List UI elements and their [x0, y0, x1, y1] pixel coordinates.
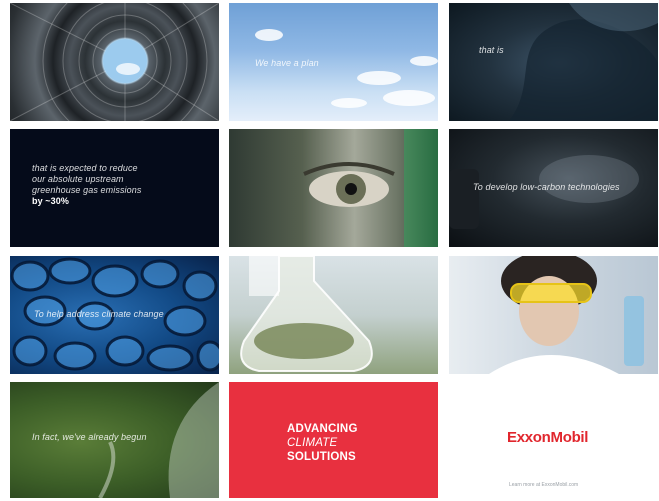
tile-emissions-text: that is expected to reduce our absolute … — [10, 129, 219, 247]
scientist-art — [489, 256, 644, 374]
storyboard-grid: We have a plan that is that is expected … — [0, 0, 659, 501]
tile-lab-technology: To develop low-carbon technologies — [449, 129, 658, 247]
tile-blue-cells: To help address climate change — [10, 256, 219, 374]
headline-line: ADVANCING — [287, 423, 358, 435]
emissions-caption: that is expected to reduce our absolute … — [32, 163, 141, 207]
caption: To help address climate change — [34, 309, 164, 319]
tile-brand: ExxonMobil Learn more at ExxonMobil.com — [449, 382, 658, 498]
caption-emphasis: by ~30% — [32, 196, 69, 206]
caption-line: greenhouse gas emissions — [32, 185, 142, 195]
tile-eye-closeup — [229, 129, 438, 247]
caption-line: that is expected to reduce — [32, 163, 138, 173]
caption: In fact, we've already begun — [32, 432, 147, 442]
tile-dark-abstract: that is — [449, 3, 658, 121]
tile-sky: We have a plan — [229, 3, 438, 121]
tile-headline: ADVANCING CLIMATE SOLUTIONS — [229, 382, 438, 498]
headline-line: CLIMATE — [287, 437, 338, 449]
flask-art — [240, 256, 373, 372]
caption: that is — [479, 45, 504, 55]
tile-forest-aerial: In fact, we've already begun — [10, 382, 219, 498]
headline: ADVANCING CLIMATE SOLUTIONS — [287, 422, 358, 464]
tile-pipe-tunnel — [10, 3, 219, 121]
pipe-tunnel-art — [10, 3, 219, 121]
tile-algae-flask — [229, 256, 438, 374]
caption: To develop low-carbon technologies — [473, 182, 620, 192]
tile-scientist — [449, 256, 658, 374]
caption: We have a plan — [255, 58, 319, 68]
eye-art — [303, 129, 438, 247]
footer-note: Learn more at ExxonMobil.com — [509, 482, 579, 488]
headline-line: SOLUTIONS — [287, 451, 356, 463]
abstract-shape-art — [509, 3, 658, 121]
caption-line: our absolute upstream — [32, 174, 124, 184]
brand-logo: ExxonMobil — [507, 429, 589, 446]
